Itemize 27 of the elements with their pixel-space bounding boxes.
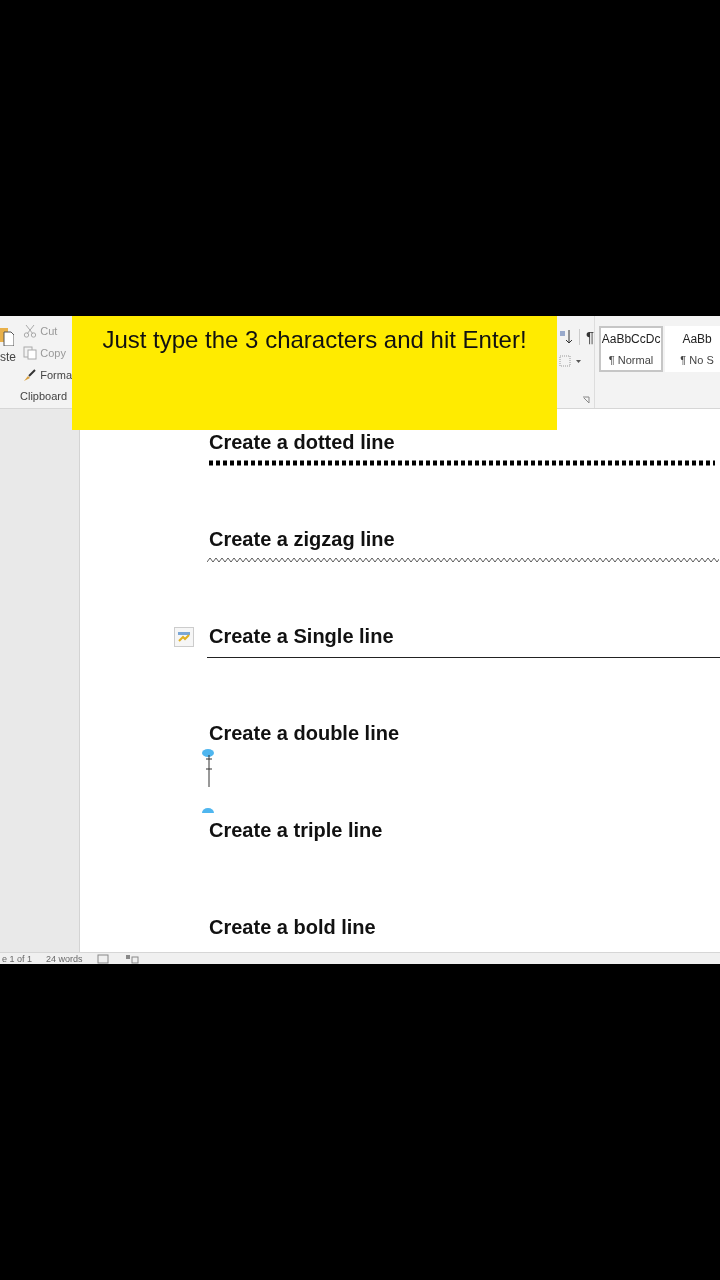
heading: Create a bold line <box>209 916 376 938</box>
heading: Create a triple line <box>209 819 383 841</box>
heading: Create a zigzag line <box>209 528 395 550</box>
dialog-launcher-icon[interactable] <box>582 396 591 404</box>
macro-icon[interactable] <box>124 953 139 964</box>
proofing-icon[interactable] <box>96 953 111 964</box>
group-label: Clipboard <box>19 390 69 404</box>
scissors-icon <box>23 324 38 338</box>
clipboard-command: Cut <box>40 325 58 337</box>
heading: Create a Single line <box>209 625 394 647</box>
paste-label[interactable]: ste <box>0 350 21 364</box>
word-count[interactable]: 24 words <box>46 953 83 964</box>
autocorrect-icon[interactable] <box>174 627 194 647</box>
copy-icon <box>23 346 38 360</box>
clipboard-command: Copy <box>40 347 66 359</box>
borders-icon[interactable] <box>559 355 583 367</box>
paste-icon[interactable] <box>0 326 14 346</box>
caption-banner: Just type the 3 characters and hit Enter! <box>72 316 557 430</box>
paintbrush-icon[interactable] <box>23 368 38 382</box>
show-formatting-button[interactable]: ¶ <box>586 328 595 345</box>
sort-icon[interactable] <box>559 328 573 345</box>
style-item[interactable]: AaBb ¶ No S <box>665 326 720 372</box>
heading: Create a dotted line <box>209 431 395 453</box>
style-item[interactable]: AaBbCcDc ¶ Normal <box>599 326 664 372</box>
clipboard-command[interactable]: Forma <box>40 369 72 381</box>
page-count[interactable]: e 1 of 1 <box>2 953 33 964</box>
heading: Create a double line <box>209 722 400 744</box>
